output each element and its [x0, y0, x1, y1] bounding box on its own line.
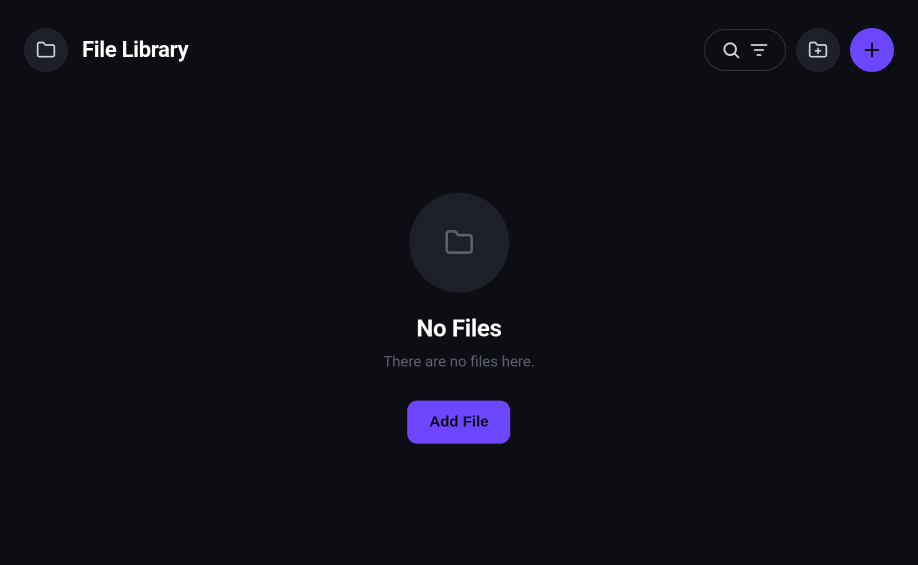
add-button[interactable]	[850, 28, 894, 72]
header: File Library	[0, 0, 918, 100]
new-folder-button[interactable]	[796, 28, 840, 72]
add-file-button[interactable]: Add File	[407, 400, 510, 443]
empty-state-icon-container	[409, 192, 509, 292]
page-title: File Library	[82, 38, 188, 63]
library-icon-container	[24, 28, 68, 72]
filter-button[interactable]	[749, 40, 769, 60]
filter-icon	[749, 40, 769, 60]
empty-state-title: No Files	[416, 314, 501, 342]
empty-state: No Files There are no files here. Add Fi…	[383, 192, 535, 443]
search-icon	[721, 40, 741, 60]
search-filter-group	[704, 29, 786, 71]
search-button[interactable]	[721, 40, 741, 60]
plus-icon	[861, 39, 883, 61]
folder-icon	[444, 227, 474, 257]
empty-state-subtitle: There are no files here.	[383, 352, 535, 370]
header-left: File Library	[24, 28, 188, 72]
folder-plus-icon	[808, 40, 828, 60]
folder-icon	[36, 40, 56, 60]
header-actions	[704, 28, 894, 72]
